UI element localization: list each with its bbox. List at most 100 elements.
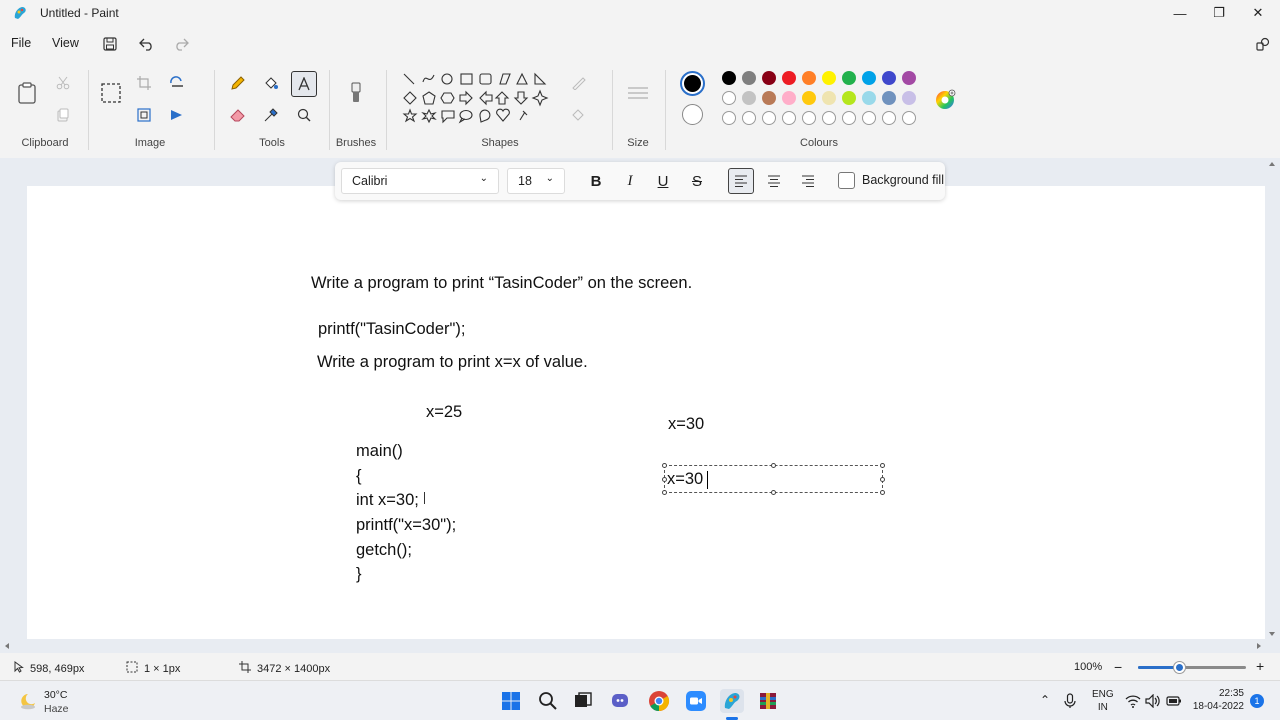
palette-swatch-empty[interactable] — [842, 111, 856, 125]
flip-icon[interactable] — [166, 104, 188, 126]
brush-icon[interactable] — [345, 80, 367, 106]
palette-swatch[interactable] — [822, 91, 836, 105]
resize-handle[interactable] — [771, 490, 776, 495]
palette-swatch[interactable] — [722, 71, 736, 85]
eraser-icon[interactable] — [227, 104, 249, 126]
shape-fill-icon[interactable] — [568, 104, 590, 126]
strikethrough-button[interactable]: S — [684, 168, 710, 194]
palette-swatch[interactable] — [722, 91, 736, 105]
palette-swatch[interactable] — [902, 91, 916, 105]
settings-share-icon[interactable] — [1252, 34, 1274, 54]
palette-swatch-empty[interactable] — [902, 111, 916, 125]
palette-swatch[interactable] — [802, 91, 816, 105]
task-view-icon[interactable] — [571, 689, 595, 713]
text-tool-icon[interactable] — [291, 71, 317, 97]
palette-swatch[interactable] — [882, 91, 896, 105]
colour-1-swatch[interactable] — [680, 71, 705, 96]
palette-swatch-empty[interactable] — [822, 111, 836, 125]
menu-file[interactable]: File — [11, 36, 31, 50]
save-icon[interactable] — [99, 34, 121, 54]
notification-badge[interactable]: 1 — [1250, 694, 1264, 708]
clock[interactable]: 22:35 18-04-2022 — [1190, 687, 1244, 713]
zoom-slider[interactable] — [1138, 662, 1246, 673]
rotate-icon[interactable] — [166, 72, 188, 94]
font-size-dropdown[interactable]: 18 ⌄ — [507, 168, 565, 194]
cut-icon[interactable] — [52, 72, 74, 94]
zoom-out-button[interactable]: − — [1114, 659, 1122, 675]
winrar-icon[interactable] — [756, 689, 780, 713]
zoom-app-icon[interactable] — [684, 689, 708, 713]
palette-swatch[interactable] — [802, 71, 816, 85]
windows-start-icon[interactable] — [499, 689, 523, 713]
search-icon[interactable] — [536, 689, 560, 713]
align-right-button[interactable] — [795, 168, 821, 194]
text-box-value[interactable]: x=30 — [667, 470, 703, 489]
paint-taskbar-icon[interactable] — [720, 689, 744, 713]
maximize-button[interactable]: ❐ — [1199, 0, 1239, 26]
language-indicator[interactable]: ENG IN — [1092, 688, 1114, 714]
close-button[interactable]: ✕ — [1238, 0, 1278, 26]
horizontal-scrollbar[interactable] — [0, 640, 1268, 650]
battery-icon[interactable] — [1166, 695, 1182, 710]
font-family-dropdown[interactable]: Calibri ⌄ — [341, 168, 499, 194]
colour-picker-icon[interactable] — [260, 104, 282, 126]
wifi-icon[interactable] — [1125, 694, 1141, 711]
shapes-gallery[interactable] — [402, 72, 552, 130]
vertical-scrollbar[interactable] — [1268, 160, 1276, 638]
palette-swatch[interactable] — [902, 71, 916, 85]
minimize-button[interactable]: — — [1160, 0, 1200, 26]
palette-swatch-empty[interactable] — [722, 111, 736, 125]
align-center-button[interactable] — [761, 168, 787, 194]
palette-swatch-empty[interactable] — [802, 111, 816, 125]
microphone-icon[interactable] — [1064, 693, 1076, 712]
palette-swatch-empty[interactable] — [742, 111, 756, 125]
resize-handle[interactable] — [662, 490, 667, 495]
pencil-icon[interactable] — [227, 72, 249, 94]
magnifier-icon[interactable] — [293, 104, 315, 126]
palette-swatch[interactable] — [762, 91, 776, 105]
palette-swatch[interactable] — [862, 91, 876, 105]
palette-swatch-empty[interactable] — [862, 111, 876, 125]
drawing-canvas[interactable]: Write a program to print “TasinCoder” on… — [27, 186, 1265, 639]
resize-handle[interactable] — [662, 463, 667, 468]
bold-button[interactable]: B — [583, 168, 609, 194]
palette-swatch[interactable] — [762, 71, 776, 85]
outline-icon[interactable] — [568, 72, 590, 94]
palette-swatch[interactable] — [842, 71, 856, 85]
colour-2-swatch[interactable] — [682, 104, 703, 125]
zoom-slider-thumb[interactable] — [1174, 662, 1185, 673]
size-icon[interactable] — [627, 82, 649, 104]
underline-button[interactable]: U — [650, 168, 676, 194]
palette-swatch-empty[interactable] — [762, 111, 776, 125]
italic-button[interactable]: I — [617, 168, 643, 194]
palette-swatch[interactable] — [882, 71, 896, 85]
palette-swatch[interactable] — [742, 71, 756, 85]
resize-handle[interactable] — [880, 477, 885, 482]
teams-chat-icon[interactable] — [609, 689, 633, 713]
undo-icon[interactable] — [136, 34, 158, 54]
crop-icon[interactable] — [133, 72, 155, 94]
palette-swatch[interactable] — [862, 71, 876, 85]
resize-handle[interactable] — [662, 477, 667, 482]
palette-swatch[interactable] — [822, 71, 836, 85]
redo-icon[interactable] — [170, 34, 192, 54]
copy-icon[interactable] — [52, 104, 74, 126]
weather-widget[interactable]: 30°C Haze — [16, 686, 106, 716]
volume-icon[interactable] — [1145, 693, 1161, 711]
resize-handle[interactable] — [880, 490, 885, 495]
active-text-box[interactable]: x=30 — [662, 463, 885, 495]
resize-handle[interactable] — [771, 463, 776, 468]
palette-swatch-empty[interactable] — [882, 111, 896, 125]
edit-colours-icon[interactable] — [934, 89, 956, 111]
resize-handle[interactable] — [880, 463, 885, 468]
palette-swatch[interactable] — [782, 91, 796, 105]
resize-icon[interactable] — [133, 104, 155, 126]
select-icon[interactable] — [98, 80, 124, 106]
palette-swatch[interactable] — [842, 91, 856, 105]
zoom-in-button[interactable]: + — [1256, 658, 1264, 674]
align-left-button[interactable] — [728, 168, 754, 194]
chrome-icon[interactable] — [647, 689, 671, 713]
palette-swatch[interactable] — [742, 91, 756, 105]
show-hidden-icons-chevron[interactable]: ⌃ — [1040, 693, 1050, 707]
palette-swatch[interactable] — [782, 71, 796, 85]
